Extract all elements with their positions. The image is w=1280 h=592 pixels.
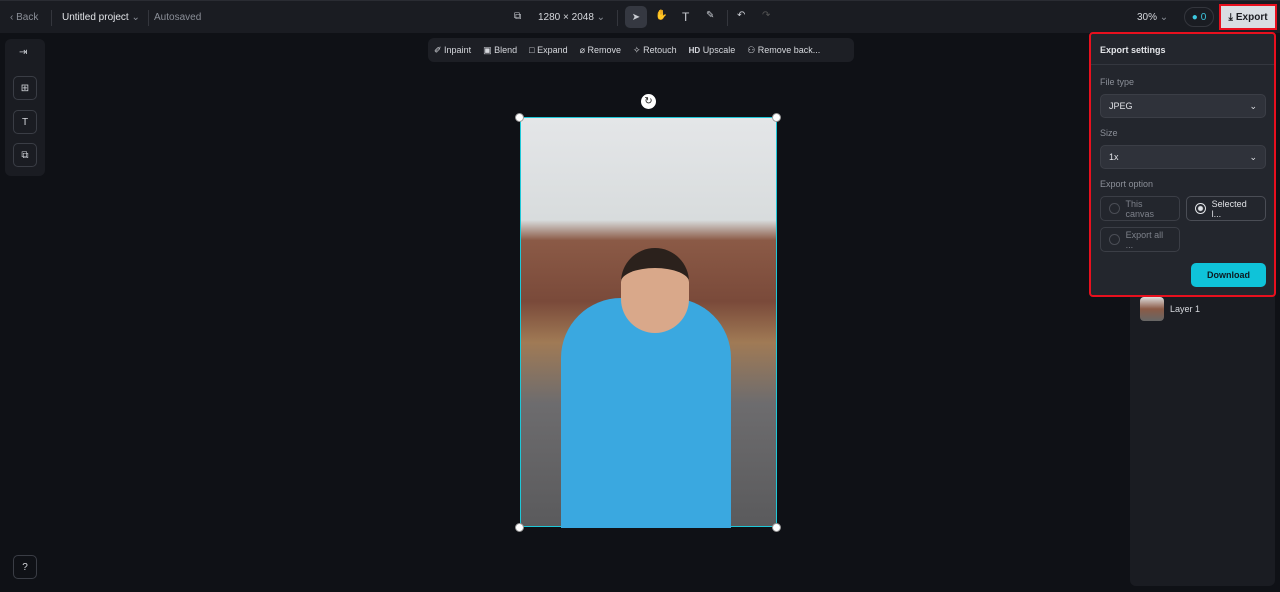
label: Expand	[537, 45, 568, 55]
hand-tool-icon[interactable]: ✋	[655, 10, 667, 21]
canvas-image[interactable]	[520, 117, 777, 528]
label: Remove back...	[757, 44, 821, 55]
project-name-dropdown[interactable]: Untitled project ⌄	[62, 12, 140, 23]
back-label: Back	[16, 12, 39, 23]
download-icon: ⤓	[1228, 11, 1233, 23]
undo-icon[interactable]: ↶	[737, 10, 745, 21]
radio-checked-icon	[1195, 203, 1206, 214]
radio-icon	[1109, 203, 1120, 214]
popover-title: Export settings	[1100, 45, 1166, 55]
label: Inpaint	[444, 44, 472, 55]
back-button[interactable]: ‹ Back	[10, 12, 38, 23]
rotate-icon[interactable]: ↻	[641, 94, 656, 109]
credits-badge[interactable]: ● 0	[1184, 7, 1214, 27]
chevron-down-icon: ⌄	[1249, 151, 1257, 162]
export-label: Export	[1235, 11, 1268, 23]
size-value: 1x	[1109, 152, 1119, 162]
project-name: Untitled project	[62, 12, 129, 23]
export-button[interactable]: ⤓ Export	[1219, 4, 1277, 30]
label: Upscale	[702, 45, 736, 55]
chevron-down-icon: ⌄	[131, 12, 140, 23]
text-tool-icon[interactable]: T	[682, 10, 689, 24]
canvas-size: 1280 × 2048	[538, 12, 594, 23]
radio-icon	[1109, 234, 1120, 245]
zoom-dropdown[interactable]: 30% ⌄	[1137, 12, 1168, 23]
size-label: Size	[1100, 128, 1118, 138]
resize-handle[interactable]	[772, 113, 781, 122]
option-label: Export all ...	[1125, 229, 1164, 250]
canvas-size-dropdown[interactable]: 1280 × 2048 ⌄	[538, 12, 605, 23]
add-text-icon[interactable]: T	[13, 110, 37, 134]
chevron-down-icon: ⌄	[1249, 100, 1257, 111]
inpaint-button[interactable]: ✐ Inpaint	[434, 45, 471, 56]
expand-panel-icon[interactable]: ⇥	[19, 47, 27, 58]
layers-icon[interactable]: ⧉	[13, 143, 37, 167]
hd-icon: HD	[688, 46, 701, 55]
label: Remove	[587, 44, 622, 55]
file-type-label: File type	[1100, 77, 1135, 87]
left-sidebar: ⇥ ⊞ T ⧉	[5, 39, 45, 176]
autosave-status: Autosaved	[154, 12, 202, 23]
ai-toolbar: ✐ Inpaint ▣ Blend □ Expand ⌀ Remove ✧ Re…	[428, 38, 854, 62]
option-selected-layer[interactable]: Selected l...	[1186, 196, 1266, 221]
help-icon[interactable]: ?	[13, 555, 37, 579]
blend-button[interactable]: ▣ Blend	[483, 45, 517, 56]
top-bar: ‹ Back Untitled project ⌄ Autosaved ⧉ 12…	[0, 0, 1280, 33]
resize-handle[interactable]	[515, 523, 524, 532]
layer-thumbnail	[1140, 297, 1164, 321]
export-option-label: Export option	[1100, 179, 1154, 189]
remove-button[interactable]: ⌀ Remove	[580, 45, 621, 56]
option-export-all[interactable]: Export all ...	[1100, 227, 1180, 252]
remove-background-button[interactable]: ⚇ Remove back...	[747, 45, 820, 56]
zoom-level: 30%	[1137, 12, 1158, 23]
label: Retouch	[643, 44, 677, 55]
credit-icon: ●	[1191, 11, 1198, 23]
credits-count: 0	[1200, 11, 1207, 23]
option-label: This canvas	[1125, 198, 1155, 219]
upscale-button[interactable]: HD Upscale	[689, 45, 736, 55]
resize-handle[interactable]	[515, 113, 524, 122]
option-this-canvas[interactable]: This canvas	[1100, 196, 1180, 221]
file-type-value: JPEG	[1109, 101, 1133, 111]
add-image-icon[interactable]: ⊞	[13, 76, 37, 100]
resize-handle[interactable]	[772, 523, 781, 532]
size-select[interactable]: 1x ⌄	[1100, 145, 1266, 169]
brush-tool-icon[interactable]: ✎	[706, 10, 714, 21]
chevron-down-icon: ⌄	[596, 12, 606, 23]
retouch-button[interactable]: ✧ Retouch	[633, 45, 677, 56]
layer-item[interactable]: Layer 1	[1170, 304, 1200, 314]
label: Blend	[494, 44, 518, 55]
download-button[interactable]: Download	[1191, 263, 1266, 287]
export-settings-popover: Export settings File type JPEG ⌄ Size 1x ⌄…	[1089, 32, 1276, 297]
option-label: Selected l...	[1211, 198, 1247, 219]
resize-icon[interactable]: ⧉	[514, 11, 521, 22]
redo-icon[interactable]: ↷	[762, 10, 770, 21]
expand-button[interactable]: □ Expand	[529, 45, 567, 55]
file-type-select[interactable]: JPEG ⌄	[1100, 94, 1266, 118]
person-figure	[561, 298, 731, 528]
select-tool-icon[interactable]: ➤	[625, 6, 647, 28]
person-head	[621, 248, 689, 333]
